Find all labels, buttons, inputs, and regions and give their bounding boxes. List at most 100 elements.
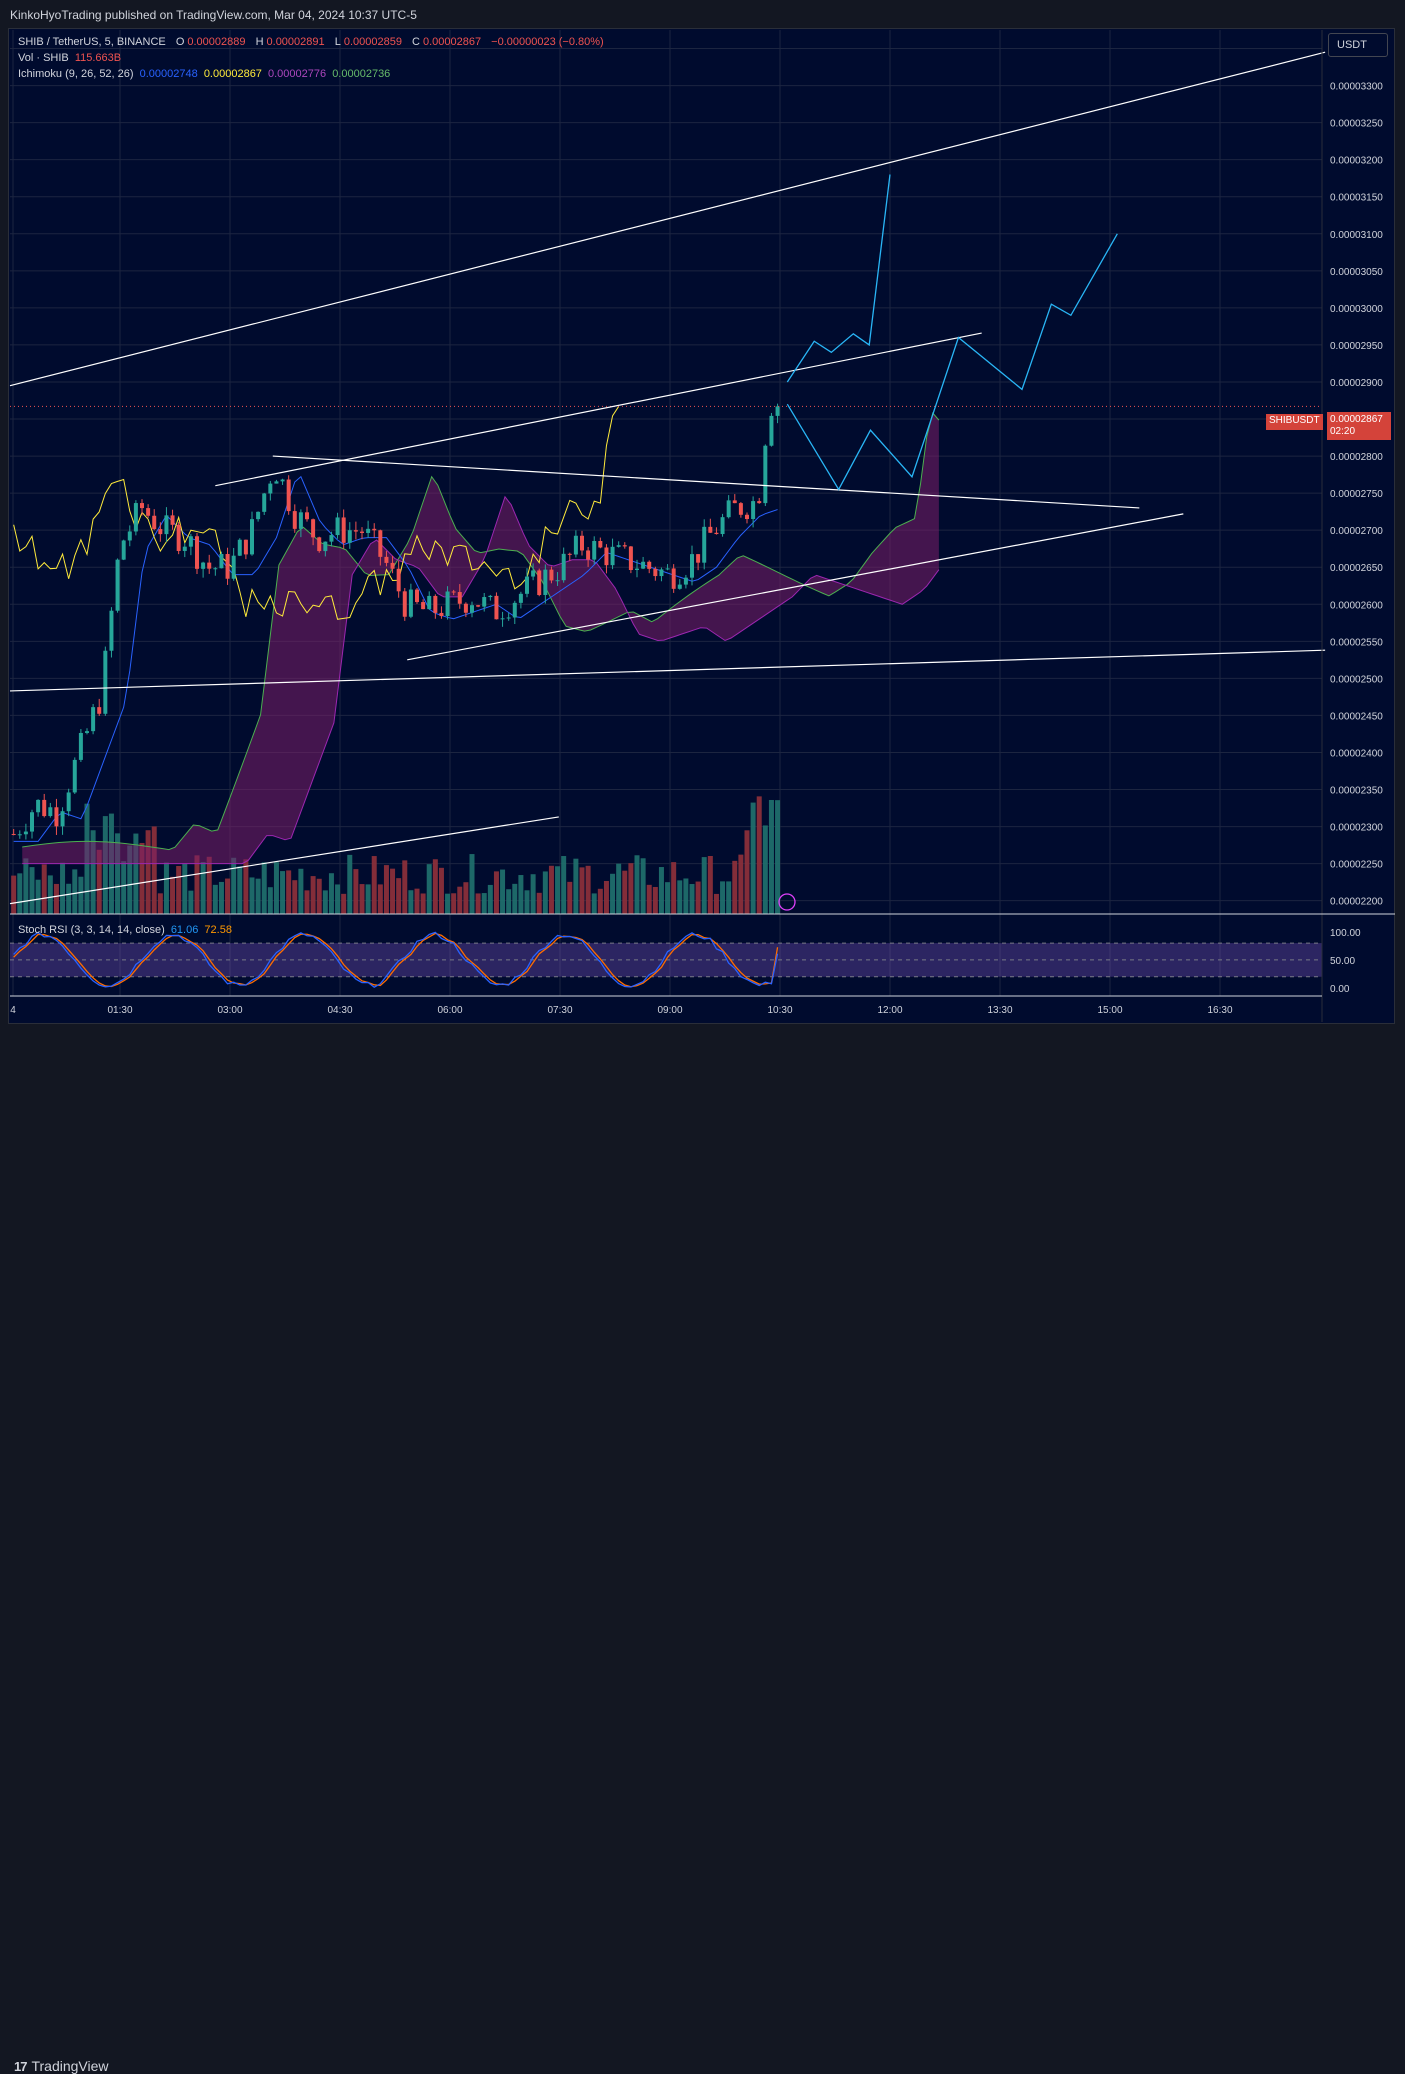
- candle-body: [17, 834, 22, 836]
- time-tick-label: 12:00: [877, 1005, 902, 1016]
- candle-body: [91, 707, 96, 732]
- volume-bar: [646, 884, 652, 914]
- alert-icon[interactable]: [778, 893, 796, 911]
- volume-bar: [60, 862, 66, 914]
- volume-bar: [341, 893, 347, 914]
- candle-body: [549, 569, 554, 581]
- volume-bar: [170, 876, 176, 914]
- candle-body: [170, 515, 175, 525]
- candle-body: [751, 501, 756, 520]
- stoch-tick-label: 100.00: [1330, 928, 1361, 939]
- price-tick-label: 0.00003300: [1330, 82, 1383, 93]
- volume-bar: [286, 870, 292, 914]
- symbol-price-label: SHIBUSDT: [1266, 414, 1323, 430]
- candle-body: [207, 562, 212, 569]
- volume-bar: [322, 890, 328, 914]
- open-value: 0.00002889: [187, 36, 246, 48]
- candle-body: [298, 512, 303, 529]
- volume-bar: [701, 857, 707, 914]
- candle-body: [347, 530, 352, 543]
- candle-body: [127, 531, 132, 541]
- candle-body: [494, 595, 499, 620]
- volume-bar: [328, 873, 334, 914]
- footer: 17 TradingView: [0, 1024, 1405, 2074]
- low-value: 0.00002859: [343, 36, 402, 48]
- volume-bar: [188, 890, 194, 914]
- volume-bar: [102, 816, 108, 914]
- candle-body: [48, 807, 53, 817]
- candle-body: [738, 503, 743, 515]
- currency-button[interactable]: USDT: [1328, 33, 1388, 57]
- time-tick-label: 03:00: [217, 1005, 242, 1016]
- volume-bar: [29, 867, 35, 914]
- volume-bar: [493, 871, 499, 914]
- ichimoku-spana-value: 0.00002736: [332, 68, 391, 80]
- candle-body: [531, 570, 536, 577]
- volume-bar: [634, 855, 640, 914]
- chart-canvas[interactable]: 100.0050.000.00 0.000033500.000033000.00…: [0, 0, 1405, 1059]
- candle-body: [622, 545, 627, 547]
- senkou-span-a: [22, 411, 940, 851]
- volume-bar: [603, 880, 609, 914]
- candle-body: [635, 568, 639, 570]
- volume-bar: [11, 875, 17, 914]
- candle-body: [256, 511, 261, 520]
- candle-body: [396, 568, 401, 592]
- candle-body: [757, 501, 762, 504]
- volume-bar: [365, 884, 371, 914]
- projection-path-a: [786, 174, 891, 383]
- volume-bar: [414, 888, 420, 914]
- candle-body: [176, 524, 181, 551]
- volume-bar: [194, 855, 200, 914]
- volume-bar: [310, 876, 316, 914]
- price-tick-label: 0.00002650: [1330, 563, 1383, 574]
- volume-bar: [573, 858, 579, 914]
- candle-body: [537, 570, 542, 596]
- volume-bar: [292, 880, 298, 914]
- candle-body: [665, 568, 670, 570]
- candle-body: [561, 553, 566, 581]
- candle-body: [158, 529, 163, 535]
- price-tick-label: 0.00002500: [1330, 674, 1383, 685]
- candle-body: [341, 517, 346, 543]
- volume-bar: [359, 884, 365, 914]
- stoch-k-value: 61.06: [170, 924, 199, 936]
- candle-body: [366, 528, 371, 533]
- candle-body: [573, 535, 578, 555]
- volume-bar: [335, 884, 341, 914]
- volume-bar: [671, 862, 677, 914]
- volume-bar: [23, 858, 29, 914]
- tradingview-logo[interactable]: 17 TradingView: [14, 2058, 109, 2074]
- candle-body: [647, 561, 652, 569]
- volume-bar: [487, 884, 493, 914]
- volume-bar: [66, 883, 72, 914]
- volume-bar: [524, 890, 530, 914]
- volume-bar: [591, 893, 597, 914]
- candle-body: [506, 617, 511, 619]
- volume-bar: [512, 883, 518, 914]
- volume-bar: [383, 865, 389, 914]
- volume-label[interactable]: Vol · SHIB: [18, 52, 69, 64]
- stoch-label[interactable]: Stoch RSI (3, 3, 14, 14, close): [18, 924, 165, 936]
- candle-body: [268, 483, 273, 494]
- volume-bar: [713, 893, 719, 914]
- candle-body: [378, 530, 383, 557]
- tradingview-logo-icon: 17: [14, 2058, 28, 2074]
- volume-bar: [371, 856, 377, 914]
- symbol-name[interactable]: SHIB / TetherUS, 5, BINANCE: [18, 36, 166, 48]
- volume-bar: [457, 886, 463, 914]
- volume-bar: [665, 882, 671, 914]
- ichimoku-label[interactable]: Ichimoku (9, 26, 52, 26): [18, 68, 134, 80]
- stoch-legend: Stoch RSI (3, 3, 14, 14, close) 61.06 72…: [18, 924, 235, 936]
- candle-body: [402, 591, 407, 617]
- volume-bar: [677, 880, 683, 914]
- candle-body: [604, 547, 609, 566]
- price-tick-label: 0.00002300: [1330, 823, 1383, 834]
- candle-body: [66, 792, 71, 812]
- candle-body: [11, 833, 16, 835]
- candle-body: [250, 519, 254, 555]
- volume-bar: [616, 863, 622, 914]
- candle-body: [109, 610, 114, 651]
- price-tick-label: 0.00002750: [1330, 489, 1383, 500]
- stoch-tick-label: 0.00: [1330, 984, 1350, 995]
